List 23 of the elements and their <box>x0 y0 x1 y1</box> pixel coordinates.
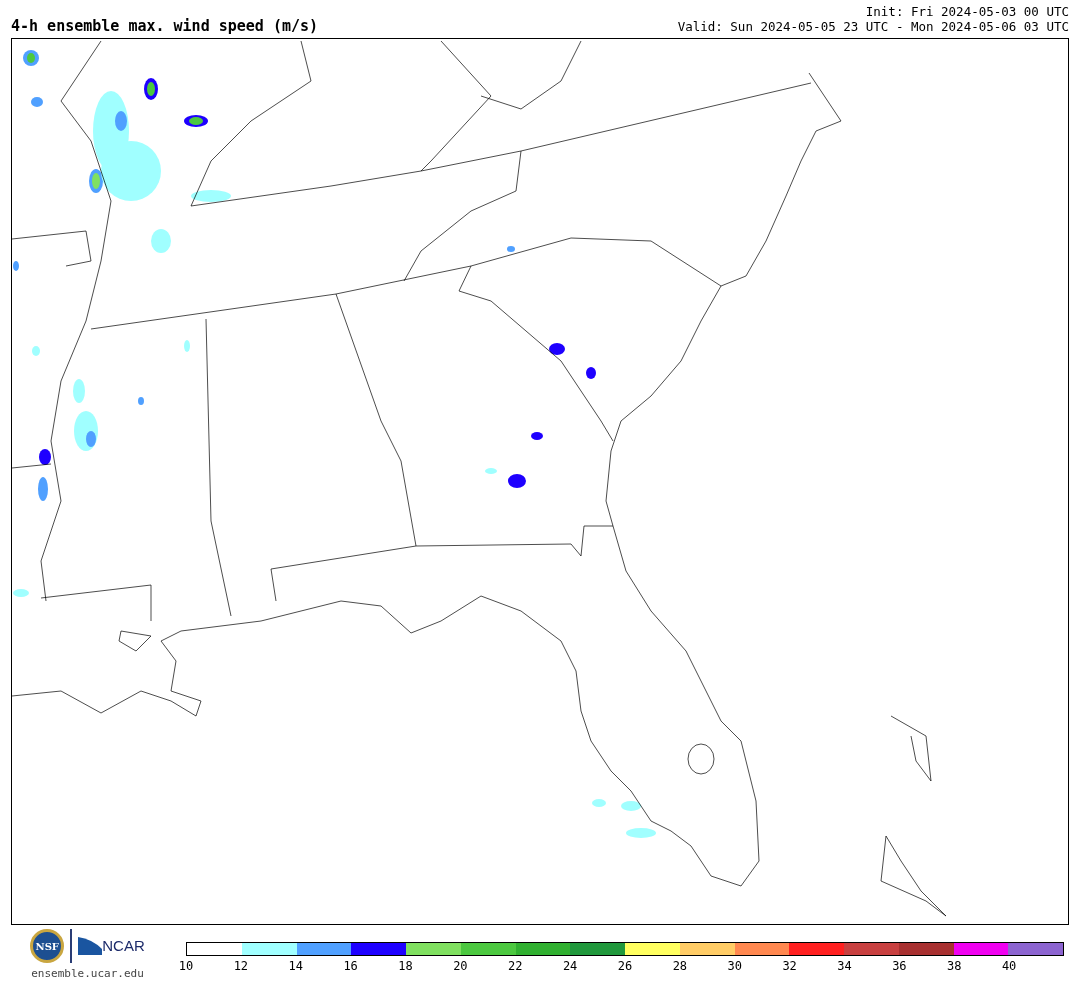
scale-tick-label: 38 <box>947 960 962 972</box>
scale-tick-label: 14 <box>288 960 303 972</box>
scale-tick-label: 26 <box>617 960 633 972</box>
chart-title: 4-h ensemble max. wind speed (m/s) <box>11 19 319 34</box>
scale-tick-label: 28 <box>672 960 688 972</box>
valid-time: Valid: Sun 2024-05-05 23 UTC - Mon 2024-05-06 03 UTC <box>677 19 1069 34</box>
scale-tick-label: 16 <box>343 960 358 972</box>
scale-tick-label: 12 <box>233 960 249 972</box>
scale-tick-label: 30 <box>727 960 742 972</box>
swoosh-icon <box>78 937 103 955</box>
ncar-logo-text: NCAR <box>102 935 145 956</box>
scale-tick-label: 10 <box>178 960 194 972</box>
nsf-logo: NSF <box>30 929 65 963</box>
scale-tick-label: 20 <box>453 960 468 972</box>
scale-tick-label: 32 <box>782 960 797 972</box>
scale-tick-label: 40 <box>1001 960 1017 972</box>
scale-tick-label: 36 <box>892 960 907 972</box>
scale-tick-label: 18 <box>398 960 413 972</box>
init-time: Init: Fri 2024-05-03 00 UTC <box>865 4 1069 19</box>
scale-tick-label: 24 <box>562 960 578 972</box>
scale-tick-label: 22 <box>508 960 523 972</box>
site-url: ensemble.ucar.edu <box>31 966 144 982</box>
scale-tick-label: 34 <box>837 960 852 972</box>
